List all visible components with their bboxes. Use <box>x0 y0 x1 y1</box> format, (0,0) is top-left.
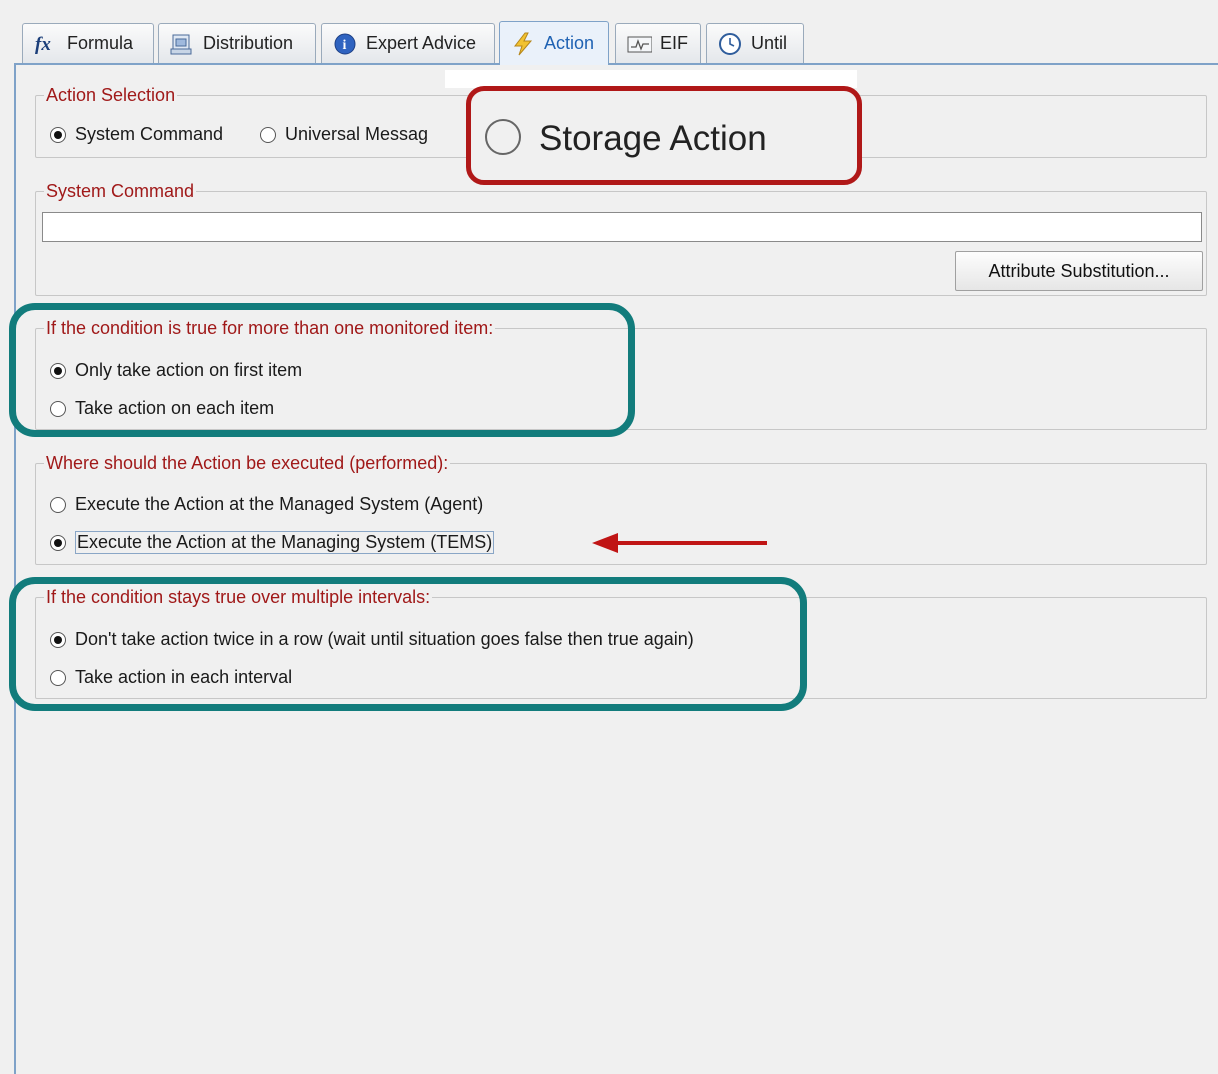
radio-label: Universal Messag <box>285 124 429 144</box>
radio-label: Execute the Action at the Managing Syste… <box>75 531 495 554</box>
tab-label: Action <box>544 33 595 53</box>
tab-label: EIF <box>660 33 689 53</box>
button-label: Attribute Substitution... <box>988 260 1170 281</box>
distribution-icon <box>169 32 195 56</box>
tab-formula[interactable]: fx Formula <box>22 23 154 63</box>
tab-distribution[interactable]: Distribution <box>158 23 316 63</box>
tab-until[interactable]: Until <box>706 23 804 63</box>
fx-icon: fx <box>33 32 59 56</box>
red-arrow-annotation <box>592 533 767 553</box>
radio-button[interactable] <box>50 126 66 143</box>
svg-text:i: i <box>343 38 347 53</box>
tab-eif[interactable]: EIF <box>615 23 701 63</box>
radio-label: System Command <box>75 124 224 144</box>
panel-left-border <box>14 63 16 1074</box>
group-legend: Where should the Action be executed (per… <box>44 451 451 475</box>
svg-text:fx: fx <box>35 34 51 55</box>
storage-action-callout: Storage Action <box>466 86 862 185</box>
storage-action-label: Storage Action <box>539 119 767 158</box>
execute-agent-radio[interactable]: Execute the Action at the Managed System… <box>50 494 483 515</box>
radio-button[interactable] <box>50 534 66 551</box>
eif-icon <box>626 32 652 56</box>
group-legend: System Command <box>44 179 197 203</box>
system-command-group: System Command Attribute Substitution... <box>35 179 1207 296</box>
universal-message-radio[interactable]: Universal Messag <box>260 124 428 145</box>
teal-highlight-callout <box>9 303 635 437</box>
radio-label: Execute the Action at the Managed System… <box>75 494 484 514</box>
tab-label: Until <box>751 33 788 53</box>
tab-strip-border <box>14 63 1218 65</box>
lightning-icon <box>510 32 536 56</box>
system-command-input[interactable] <box>42 212 1202 242</box>
tab-label: Formula <box>67 33 134 53</box>
tab-action[interactable]: Action <box>499 21 609 65</box>
tab-expert-advice[interactable]: i Expert Advice <box>321 23 495 63</box>
execute-tems-radio[interactable]: Execute the Action at the Managing Syste… <box>50 531 495 554</box>
group-legend: Action Selection <box>44 83 178 107</box>
teal-highlight-callout <box>9 577 807 711</box>
attribute-substitution-button[interactable]: Attribute Substitution... <box>955 251 1203 291</box>
radio-button[interactable] <box>50 496 66 513</box>
storage-action-radio[interactable] <box>485 119 521 155</box>
system-command-radio[interactable]: System Command <box>50 124 223 145</box>
info-icon: i <box>332 32 358 56</box>
tab-label: Distribution <box>203 33 294 53</box>
clock-icon <box>717 32 743 56</box>
radio-button[interactable] <box>260 126 276 143</box>
tab-label: Expert Advice <box>366 33 477 53</box>
